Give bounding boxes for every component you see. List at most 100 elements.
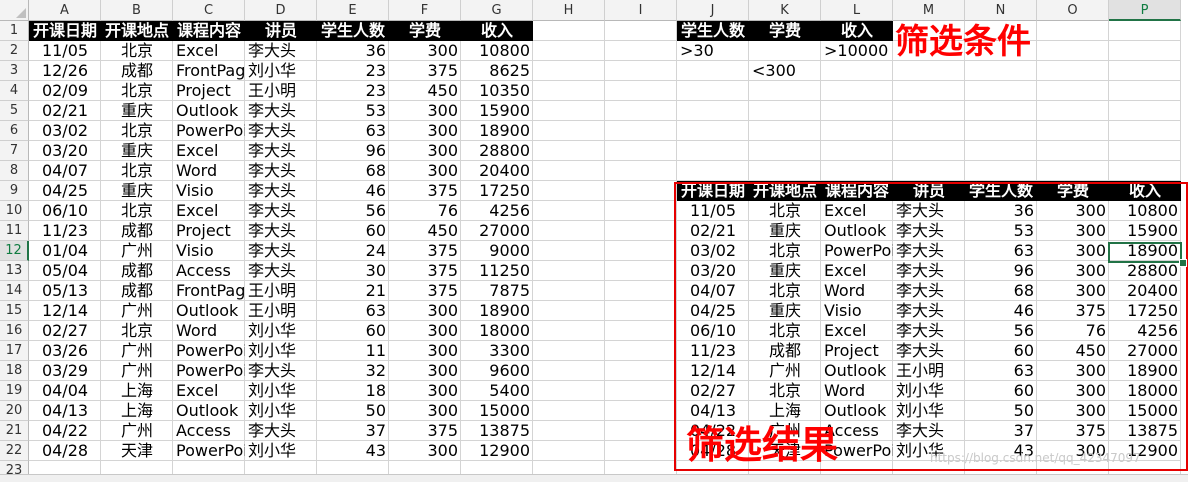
table-cell[interactable]: PowerPoint [173,121,245,141]
result-cell[interactable]: 上海 [749,401,821,421]
empty-cell[interactable] [677,61,749,81]
row-header-12[interactable]: 12 [0,241,29,261]
empty-cell[interactable] [533,81,605,101]
column-header-j[interactable]: J [677,0,749,21]
table-cell[interactable]: 11/05 [29,41,101,61]
row-header-18[interactable]: 18 [0,361,29,381]
table-cell[interactable]: 375 [389,61,461,81]
result-cell[interactable]: Project [821,341,893,361]
result-cell[interactable]: 15000 [1109,401,1181,421]
table-cell[interactable]: 30 [317,261,389,281]
table-cell[interactable]: 上海 [101,401,173,421]
result-cell[interactable]: 李大头 [893,281,965,301]
empty-cell[interactable] [533,41,605,61]
result-cell[interactable]: 重庆 [749,221,821,241]
result-cell[interactable]: 18900 [1109,361,1181,381]
result-header-cell[interactable]: 收入 [1109,181,1181,201]
table-cell[interactable]: 8625 [461,61,533,81]
empty-cell[interactable] [533,101,605,121]
result-cell[interactable]: 68 [965,281,1037,301]
table-cell[interactable]: 17250 [461,181,533,201]
table-header-cell[interactable]: 收入 [461,21,533,41]
table-cell[interactable]: 24 [317,241,389,261]
table-cell[interactable]: 03/02 [29,121,101,141]
result-cell[interactable]: 李大头 [893,321,965,341]
empty-cell[interactable] [605,281,677,301]
empty-cell[interactable] [749,81,821,101]
empty-cell[interactable] [821,141,893,161]
table-cell[interactable]: 广州 [101,301,173,321]
empty-cell[interactable] [605,161,677,181]
column-header-p[interactable]: P [1109,0,1181,21]
table-cell[interactable]: 天津 [101,441,173,461]
empty-cell[interactable] [749,41,821,61]
result-cell[interactable]: 李大头 [893,301,965,321]
row-header-2[interactable]: 2 [0,41,29,61]
result-cell[interactable]: 06/10 [677,321,749,341]
result-cell[interactable]: 4256 [1109,321,1181,341]
result-cell[interactable]: 375 [1037,421,1109,441]
empty-cell[interactable] [533,361,605,381]
table-header-cell[interactable]: 开课日期 [29,21,101,41]
table-cell[interactable]: Project [173,221,245,241]
table-cell[interactable]: 李大头 [245,121,317,141]
column-header-d[interactable]: D [245,0,317,21]
table-cell[interactable]: 300 [389,341,461,361]
empty-cell[interactable] [1037,121,1109,141]
empty-cell[interactable] [533,441,605,461]
table-cell[interactable]: Visio [173,181,245,201]
table-cell[interactable]: Project [173,81,245,101]
table-cell[interactable]: 重庆 [101,101,173,121]
empty-cell[interactable] [1037,101,1109,121]
empty-cell[interactable] [533,321,605,341]
table-cell[interactable]: 刘小华 [245,381,317,401]
row-header-7[interactable]: 7 [0,141,29,161]
result-cell[interactable]: Excel [821,201,893,221]
empty-cell[interactable] [965,101,1037,121]
table-header-cell[interactable]: 讲员 [245,21,317,41]
table-cell[interactable]: 450 [389,221,461,241]
result-cell[interactable]: 36 [965,201,1037,221]
table-cell[interactable]: Excel [173,141,245,161]
table-cell[interactable]: 04/13 [29,401,101,421]
table-cell[interactable]: 上海 [101,381,173,401]
table-cell[interactable]: 北京 [101,121,173,141]
table-cell[interactable]: 李大头 [245,161,317,181]
table-cell[interactable]: 375 [389,281,461,301]
empty-cell[interactable] [533,61,605,81]
result-cell[interactable]: Word [821,281,893,301]
table-cell[interactable]: 32 [317,361,389,381]
column-header-n[interactable]: N [965,0,1037,21]
empty-cell[interactable] [605,101,677,121]
table-cell[interactable]: 300 [389,401,461,421]
column-header-k[interactable]: K [749,0,821,21]
row-header-4[interactable]: 4 [0,81,29,101]
empty-cell[interactable] [749,101,821,121]
table-cell[interactable]: 01/04 [29,241,101,261]
table-cell[interactable]: 北京 [101,201,173,221]
result-cell[interactable]: 刘小华 [893,381,965,401]
result-header-cell[interactable]: 讲员 [893,181,965,201]
table-cell[interactable]: 300 [389,121,461,141]
table-cell[interactable]: 李大头 [245,41,317,61]
table-cell[interactable]: 60 [317,221,389,241]
empty-cell[interactable] [893,141,965,161]
result-cell[interactable]: 375 [1037,301,1109,321]
table-cell[interactable]: 04/07 [29,161,101,181]
table-cell[interactable]: 11/23 [29,221,101,241]
empty-cell[interactable] [533,141,605,161]
result-cell[interactable]: 成都 [749,341,821,361]
criteria-cell[interactable]: >30 [677,41,749,61]
table-cell[interactable]: 60 [317,321,389,341]
result-header-cell[interactable]: 开课日期 [677,181,749,201]
result-header-cell[interactable]: 课程内容 [821,181,893,201]
table-cell[interactable]: 李大头 [245,241,317,261]
empty-cell[interactable] [605,301,677,321]
result-cell[interactable]: 03/20 [677,261,749,281]
table-cell[interactable]: 李大头 [245,101,317,121]
row-header-16[interactable]: 16 [0,321,29,341]
empty-cell[interactable] [1037,41,1109,61]
empty-cell[interactable] [533,401,605,421]
result-cell[interactable]: 10800 [1109,201,1181,221]
table-cell[interactable]: 刘小华 [245,441,317,461]
